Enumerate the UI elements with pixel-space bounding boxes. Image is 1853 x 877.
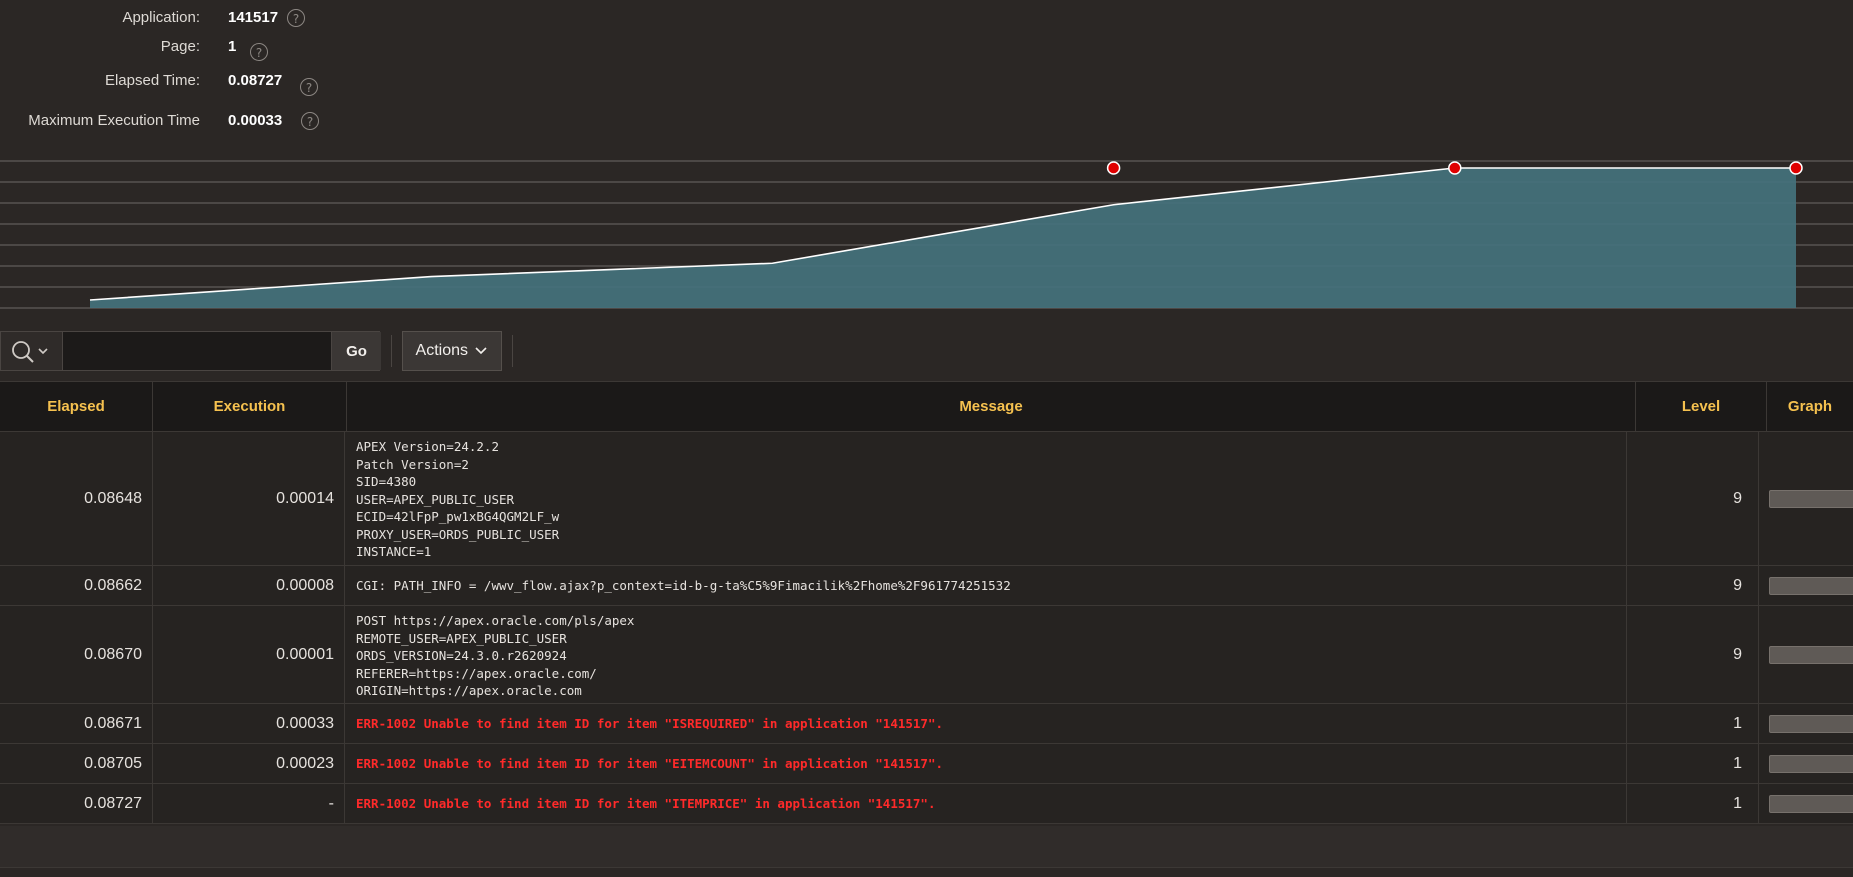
column-header-graph[interactable]: Graph <box>1766 382 1853 431</box>
level-cell: 1 <box>1626 784 1758 823</box>
column-header-elapsed[interactable]: Elapsed <box>0 382 152 431</box>
max-execution-row: Maximum Execution Time 0.00033 <box>0 110 282 132</box>
graph-cell <box>1758 744 1853 783</box>
graph-cell <box>1758 566 1853 605</box>
graph-cell <box>1758 606 1853 703</box>
application-label: Application: <box>122 9 200 26</box>
execution-bar <box>1769 755 1853 773</box>
toolbar-divider <box>512 335 513 367</box>
help-icon[interactable]: ? <box>301 112 319 130</box>
search-input[interactable] <box>63 332 331 370</box>
chart-marker <box>1106 161 1121 175</box>
search-icon <box>12 341 48 363</box>
chevron-down-icon <box>38 348 48 355</box>
elapsed-time-label: Elapsed Time: <box>104 72 200 89</box>
message-cell: POST https://apex.oracle.com/pls/apex RE… <box>344 606 1626 703</box>
actions-label: Actions <box>415 342 468 359</box>
go-button[interactable]: Go <box>331 332 381 370</box>
help-icon[interactable]: ? <box>300 78 318 96</box>
level-cell: 9 <box>1626 566 1758 605</box>
application-row: Application: 141517 <box>0 7 278 29</box>
report-footer <box>0 826 1853 868</box>
execution-bar <box>1769 715 1853 733</box>
search-column-menu[interactable] <box>1 332 63 370</box>
help-icon[interactable]: ? <box>250 43 268 61</box>
table-header: Elapsed Execution Message Level Graph <box>0 381 1853 432</box>
graph-cell <box>1758 432 1853 565</box>
message-cell: ERR-1002 Unable to find item ID for item… <box>344 704 1626 743</box>
elapsed-cell: 0.08727 <box>84 795 142 812</box>
table-row: 0.08727- ERR-1002 Unable to find item ID … <box>0 784 1853 824</box>
column-header-level[interactable]: Level <box>1635 382 1766 431</box>
execution-bar <box>1769 577 1853 595</box>
elapsed-time-row: Elapsed Time: 0.08727 <box>0 70 282 92</box>
level-cell: 9 <box>1626 432 1758 565</box>
elapsed-cell: 0.08648 <box>84 490 142 507</box>
elapsed-time-chart <box>0 160 1853 309</box>
level-cell: 9 <box>1626 606 1758 703</box>
page-label: Page: <box>160 38 200 55</box>
execution-bar <box>1769 795 1853 813</box>
actions-menu-button[interactable]: Actions <box>402 331 502 371</box>
table-row: 0.08662 0.00008 CGI: PATH_INFO = /wwv_flow… <box>0 566 1853 606</box>
graph-cell <box>1758 704 1853 743</box>
execution-bar <box>1769 646 1853 664</box>
level-cell: 1 <box>1626 744 1758 783</box>
max-execution-label: Maximum Execution Time <box>28 112 200 129</box>
execution-cell: 0.00033 <box>152 704 344 743</box>
table-row: 0.08671 0.00033 ERR-1002 Unable to find it… <box>0 704 1853 744</box>
chart-marker <box>1789 161 1803 175</box>
level-cell: 1 <box>1626 704 1758 743</box>
max-execution-value: 0.00033 <box>228 112 283 129</box>
table-row: 0.08705 0.00023 ERR-1002 Unable to find it… <box>0 744 1853 784</box>
chevron-down-icon <box>475 347 488 354</box>
execution-cell: 0.00001 <box>152 606 344 703</box>
chart-marker <box>1448 161 1462 175</box>
message-cell: CGI: PATH_INFO = /wwv_flow.ajax?p_contex… <box>344 566 1626 605</box>
column-header-execution[interactable]: Execution <box>152 382 346 431</box>
elapsed-cell: 0.08671 <box>84 715 142 732</box>
elapsed-time-value: 0.08727 <box>228 72 283 89</box>
page-row: Page: 1 <box>0 36 237 58</box>
elapsed-cell: 0.08662 <box>84 577 142 594</box>
search-bar: Go <box>0 331 381 371</box>
table-row: 0.08648 0.00014 APEX Version=24.2.2 Patch … <box>0 432 1853 566</box>
page-value: 1 <box>228 38 237 55</box>
execution-bar <box>1769 490 1853 508</box>
elapsed-cell: 0.08705 <box>84 755 142 772</box>
toolbar-divider <box>391 335 392 367</box>
execution-cell: 0.00008 <box>152 566 344 605</box>
execution-cell: - <box>152 784 344 823</box>
message-cell: ERR-1002 Unable to find item ID for item… <box>344 784 1626 823</box>
message-cell: ERR-1002 Unable to find item ID for item… <box>344 744 1626 783</box>
application-value: 141517 <box>228 9 279 26</box>
column-header-message[interactable]: Message <box>346 382 1635 431</box>
message-cell: APEX Version=24.2.2 Patch Version=2 SID=… <box>344 432 1626 565</box>
table-row: 0.08670 0.00001 POST https://apex.oracle.c… <box>0 606 1853 704</box>
execution-cell: 0.00023 <box>152 744 344 783</box>
report-toolbar: Go Actions <box>0 331 1853 371</box>
execution-cell: 0.00014 <box>152 432 344 565</box>
graph-cell <box>1758 784 1853 823</box>
help-icon[interactable]: ? <box>287 9 305 27</box>
chart-area <box>90 168 1796 308</box>
elapsed-cell: 0.08670 <box>84 646 142 663</box>
